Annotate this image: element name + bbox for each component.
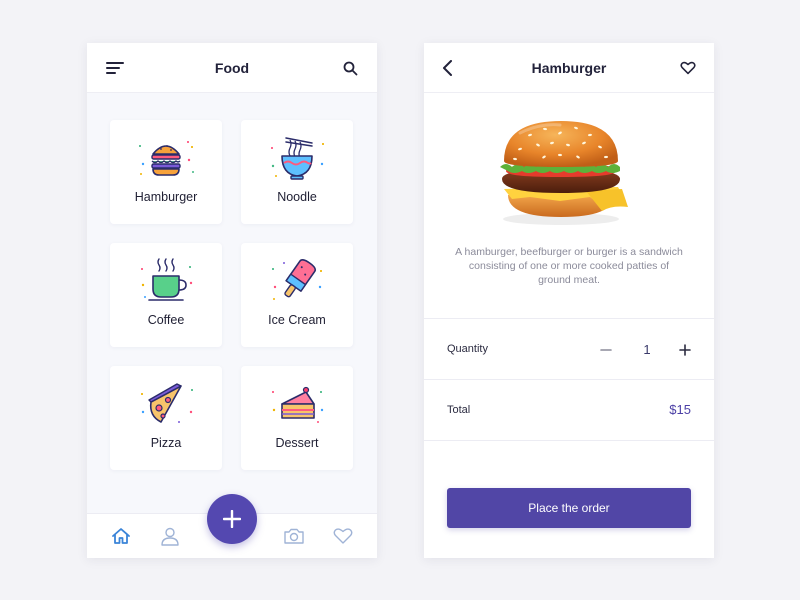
divider xyxy=(424,379,714,380)
plus-icon xyxy=(223,510,241,528)
category-label: Coffee xyxy=(147,313,185,327)
page-title: Hamburger xyxy=(531,60,607,76)
category-label: Ice Cream xyxy=(268,313,326,327)
profile-icon xyxy=(161,527,179,546)
home-icon xyxy=(112,528,130,544)
camera-icon xyxy=(284,528,304,544)
category-card-coffee[interactable]: Coffee xyxy=(110,243,222,347)
ice-cream-icon xyxy=(272,259,322,300)
category-card-noodle[interactable]: Noodle xyxy=(241,120,353,224)
heart-icon xyxy=(680,61,696,75)
nav-camera[interactable] xyxy=(282,525,306,547)
category-label: Noodle xyxy=(277,190,317,204)
category-card-ice-cream[interactable]: Ice Cream xyxy=(241,243,353,347)
category-card-dessert[interactable]: Dessert xyxy=(241,366,353,470)
minus-icon xyxy=(600,349,612,351)
food-categories-screen: Food Hamburger Noodle Coffee Ice Cream P… xyxy=(87,43,377,558)
increase-quantity-button[interactable] xyxy=(677,342,693,358)
add-button[interactable] xyxy=(207,494,257,544)
category-card-hamburger[interactable]: Hamburger xyxy=(110,120,222,224)
quantity-value: 1 xyxy=(643,342,651,357)
menu-icon xyxy=(106,62,124,74)
favorite-button[interactable] xyxy=(677,57,699,79)
search-button[interactable] xyxy=(339,57,361,79)
page-title: Food xyxy=(214,60,250,76)
total-value: $15 xyxy=(669,402,691,417)
hamburger-icon xyxy=(139,141,194,176)
nav-home[interactable] xyxy=(109,525,133,547)
cake-slice-icon xyxy=(272,386,324,423)
nav-profile[interactable] xyxy=(158,525,182,547)
product-detail-screen: Hamburger A hamburger, beefburger or bur… xyxy=(424,43,714,558)
total-label: Total xyxy=(447,404,471,416)
search-icon xyxy=(343,61,357,75)
pizza-slice-icon xyxy=(141,383,193,423)
category-card-pizza[interactable]: Pizza xyxy=(110,366,222,470)
category-label: Pizza xyxy=(150,436,182,450)
menu-button[interactable] xyxy=(104,57,126,79)
divider xyxy=(424,440,714,441)
plus-icon xyxy=(679,344,691,356)
coffee-cup-icon xyxy=(141,258,193,301)
app-header: Food xyxy=(87,43,377,93)
category-label: Dessert xyxy=(275,436,319,450)
place-order-button[interactable]: Place the order xyxy=(447,488,691,528)
product-description: A hamburger, beefburger or burger is a s… xyxy=(455,246,683,286)
noodle-bowl-icon xyxy=(271,137,324,180)
heart-icon xyxy=(333,528,353,544)
nav-favorites[interactable] xyxy=(331,525,355,547)
divider xyxy=(424,318,714,319)
hamburger-photo xyxy=(490,117,632,227)
detail-header: Hamburger xyxy=(424,43,714,93)
decrease-quantity-button[interactable] xyxy=(598,342,614,358)
category-label: Hamburger xyxy=(134,190,198,204)
quantity-label: Quantity xyxy=(447,343,488,355)
